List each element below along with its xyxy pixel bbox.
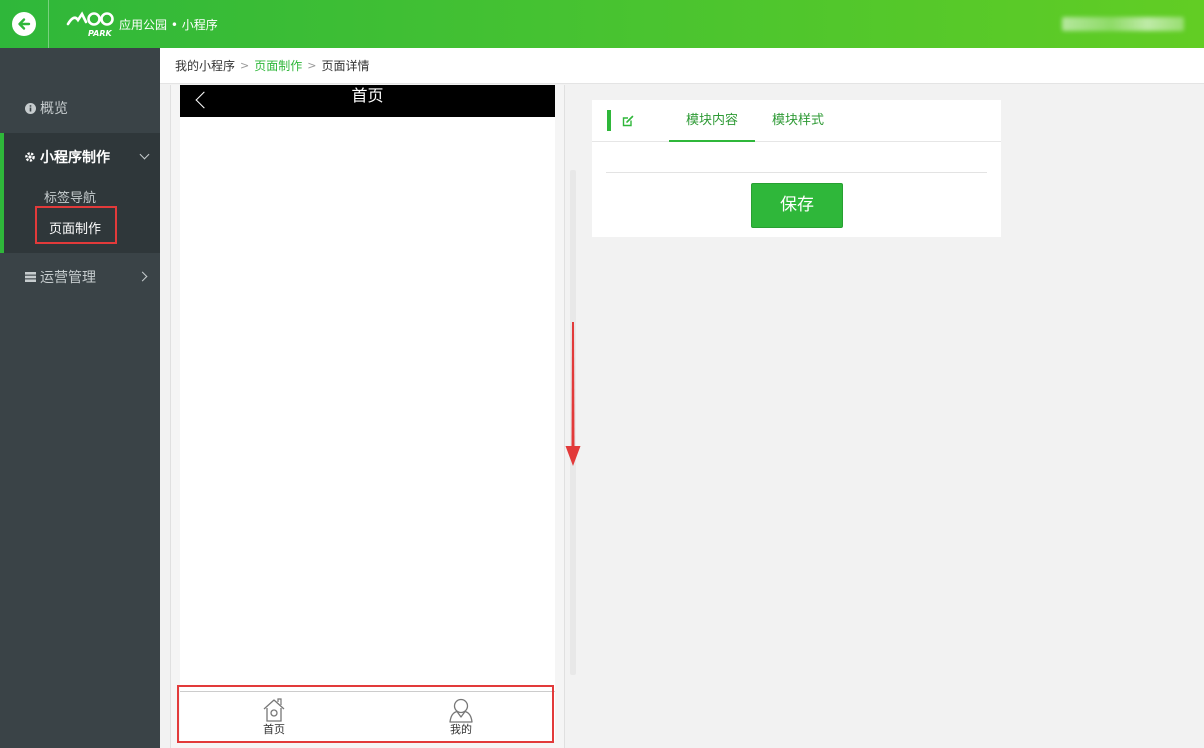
- chevron-right-icon: >: [240, 59, 250, 72]
- divider: [606, 172, 987, 173]
- phone-tab-bar: 首页 我的: [180, 691, 555, 741]
- back-arrow-icon: [12, 12, 36, 36]
- breadcrumb-item[interactable]: 我的小程序: [175, 57, 235, 74]
- user-account-blurred[interactable]: [1062, 17, 1184, 31]
- preview-scrollbar[interactable]: [570, 170, 576, 675]
- tab-label: 我的: [450, 723, 472, 736]
- chevron-right-icon: [137, 271, 148, 282]
- breadcrumb-item[interactable]: 页面制作: [254, 57, 302, 74]
- phone-tab-mine[interactable]: 我的: [431, 696, 491, 740]
- module-editor-panel: 模块内容 模块样式 保存: [592, 100, 1001, 237]
- back-button[interactable]: [0, 0, 49, 48]
- chevron-right-icon: >: [307, 59, 317, 72]
- editor-tabs: 模块内容 模块样式: [592, 100, 1001, 142]
- save-button[interactable]: 保存: [751, 183, 843, 228]
- phone-nav-bar: 首页: [180, 85, 555, 117]
- breadcrumb: 我的小程序 > 页面制作 > 页面详情: [160, 48, 1204, 84]
- app-park-logo: PARK: [66, 10, 118, 38]
- sidebar-item-label: 运营管理: [40, 270, 96, 286]
- home-icon: [263, 698, 285, 722]
- phone-preview: 首页 首页 我的: [180, 85, 555, 741]
- sidebar-item-overview[interactable]: 概览: [0, 86, 160, 130]
- accent-bar: [607, 110, 611, 131]
- gear-icon: [24, 151, 36, 163]
- sidebar: 概览 小程序制作 标签导航 页面制作 运营管理: [0, 48, 160, 748]
- sidebar-item-label: 概览: [40, 101, 68, 117]
- phone-tab-home[interactable]: 首页: [244, 696, 304, 740]
- sidebar-subitem-tab-nav[interactable]: 标签导航: [44, 187, 96, 206]
- user-icon: [449, 698, 473, 723]
- chevron-down-icon: [139, 149, 150, 160]
- top-bar: PARK 应用公园 • 小程序: [0, 0, 1204, 48]
- logo-text: PARK: [88, 29, 112, 38]
- phone-page-title: 首页: [351, 86, 384, 105]
- server-icon: [24, 271, 36, 283]
- tab-module-content[interactable]: 模块内容: [669, 100, 755, 142]
- app-title: 应用公园 • 小程序: [119, 18, 218, 32]
- sidebar-subitem-page-make[interactable]: 页面制作: [49, 218, 101, 237]
- info-icon: [24, 102, 36, 114]
- tab-module-style[interactable]: 模块样式: [755, 100, 841, 142]
- tab-label: 首页: [263, 723, 285, 736]
- sidebar-item-operations[interactable]: 运营管理: [0, 255, 160, 299]
- edit-icon: [622, 115, 634, 127]
- breadcrumb-item-current: 页面详情: [321, 59, 370, 73]
- sidebar-item-label: 小程序制作: [40, 149, 110, 166]
- sidebar-item-miniprogram[interactable]: 小程序制作: [4, 133, 160, 180]
